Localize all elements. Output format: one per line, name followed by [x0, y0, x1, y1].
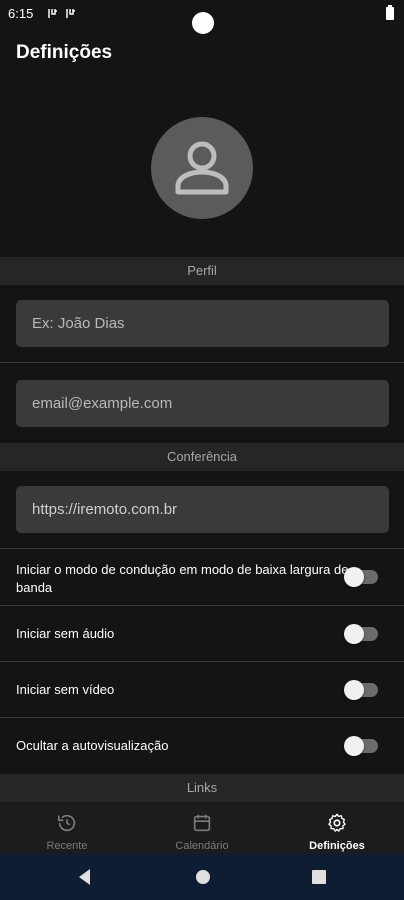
- gear-icon: [328, 813, 346, 832]
- low-bandwidth-switch[interactable]: [344, 567, 378, 587]
- nav-label: Recente: [46, 840, 88, 852]
- toggle-label: Ocultar a autovisualização: [16, 738, 169, 753]
- toggle-row-hide-self-view[interactable]: Ocultar a autovisualização: [0, 718, 404, 773]
- battery-icon: [386, 5, 394, 20]
- name-field[interactable]: [16, 300, 389, 347]
- hide-self-view-switch[interactable]: [344, 736, 378, 756]
- status-bar: 6:15: [0, 0, 404, 34]
- section-header-conference: Conferência: [0, 443, 404, 471]
- home-icon[interactable]: [192, 866, 214, 888]
- recents-icon[interactable]: [308, 866, 330, 888]
- section-header-profile: Perfil: [0, 257, 404, 285]
- nav-item-calendar[interactable]: Calendário: [135, 803, 269, 854]
- section-header-links: Links: [0, 774, 404, 802]
- toggle-label: Iniciar sem áudio: [16, 626, 115, 641]
- person-icon: [175, 141, 229, 195]
- switch-knob: [344, 567, 364, 587]
- back-icon[interactable]: [74, 866, 96, 888]
- no-video-switch[interactable]: [344, 680, 378, 700]
- no-audio-switch[interactable]: [344, 624, 378, 644]
- notification-icon: [48, 9, 57, 18]
- divider: [0, 362, 404, 363]
- server-url-field[interactable]: [16, 486, 389, 533]
- system-navigation-bar: [0, 854, 404, 900]
- bottom-navigation: Recente Calendário Definições: [0, 803, 404, 854]
- nav-label: Definições: [309, 840, 365, 852]
- email-field[interactable]: [16, 380, 389, 427]
- avatar[interactable]: [151, 117, 253, 219]
- toggle-row-no-video[interactable]: Iniciar sem vídeo: [0, 662, 404, 717]
- toggle-row-low-bandwidth[interactable]: Iniciar o modo de condução em modo de ba…: [0, 549, 404, 604]
- settings-screen: 6:15 Definições Perfil Conferência Inici…: [0, 0, 404, 900]
- toggle-label: Iniciar o modo de condução em modo de ba…: [16, 562, 349, 595]
- page-title: Definições: [16, 42, 113, 63]
- nav-label: Calendário: [175, 840, 229, 852]
- nav-item-settings[interactable]: Definições: [270, 803, 404, 854]
- nav-item-recent[interactable]: Recente: [0, 803, 134, 854]
- notification-icon: [66, 9, 75, 18]
- calendar-icon: [193, 814, 211, 832]
- camera-cutout: [192, 12, 214, 34]
- switch-knob: [344, 624, 364, 644]
- history-icon: [57, 814, 76, 832]
- toggle-row-no-audio[interactable]: Iniciar sem áudio: [0, 606, 404, 661]
- switch-knob: [344, 736, 364, 756]
- status-time: 6:15: [8, 6, 34, 21]
- toggle-label: Iniciar sem vídeo: [16, 682, 115, 697]
- switch-knob: [344, 680, 364, 700]
